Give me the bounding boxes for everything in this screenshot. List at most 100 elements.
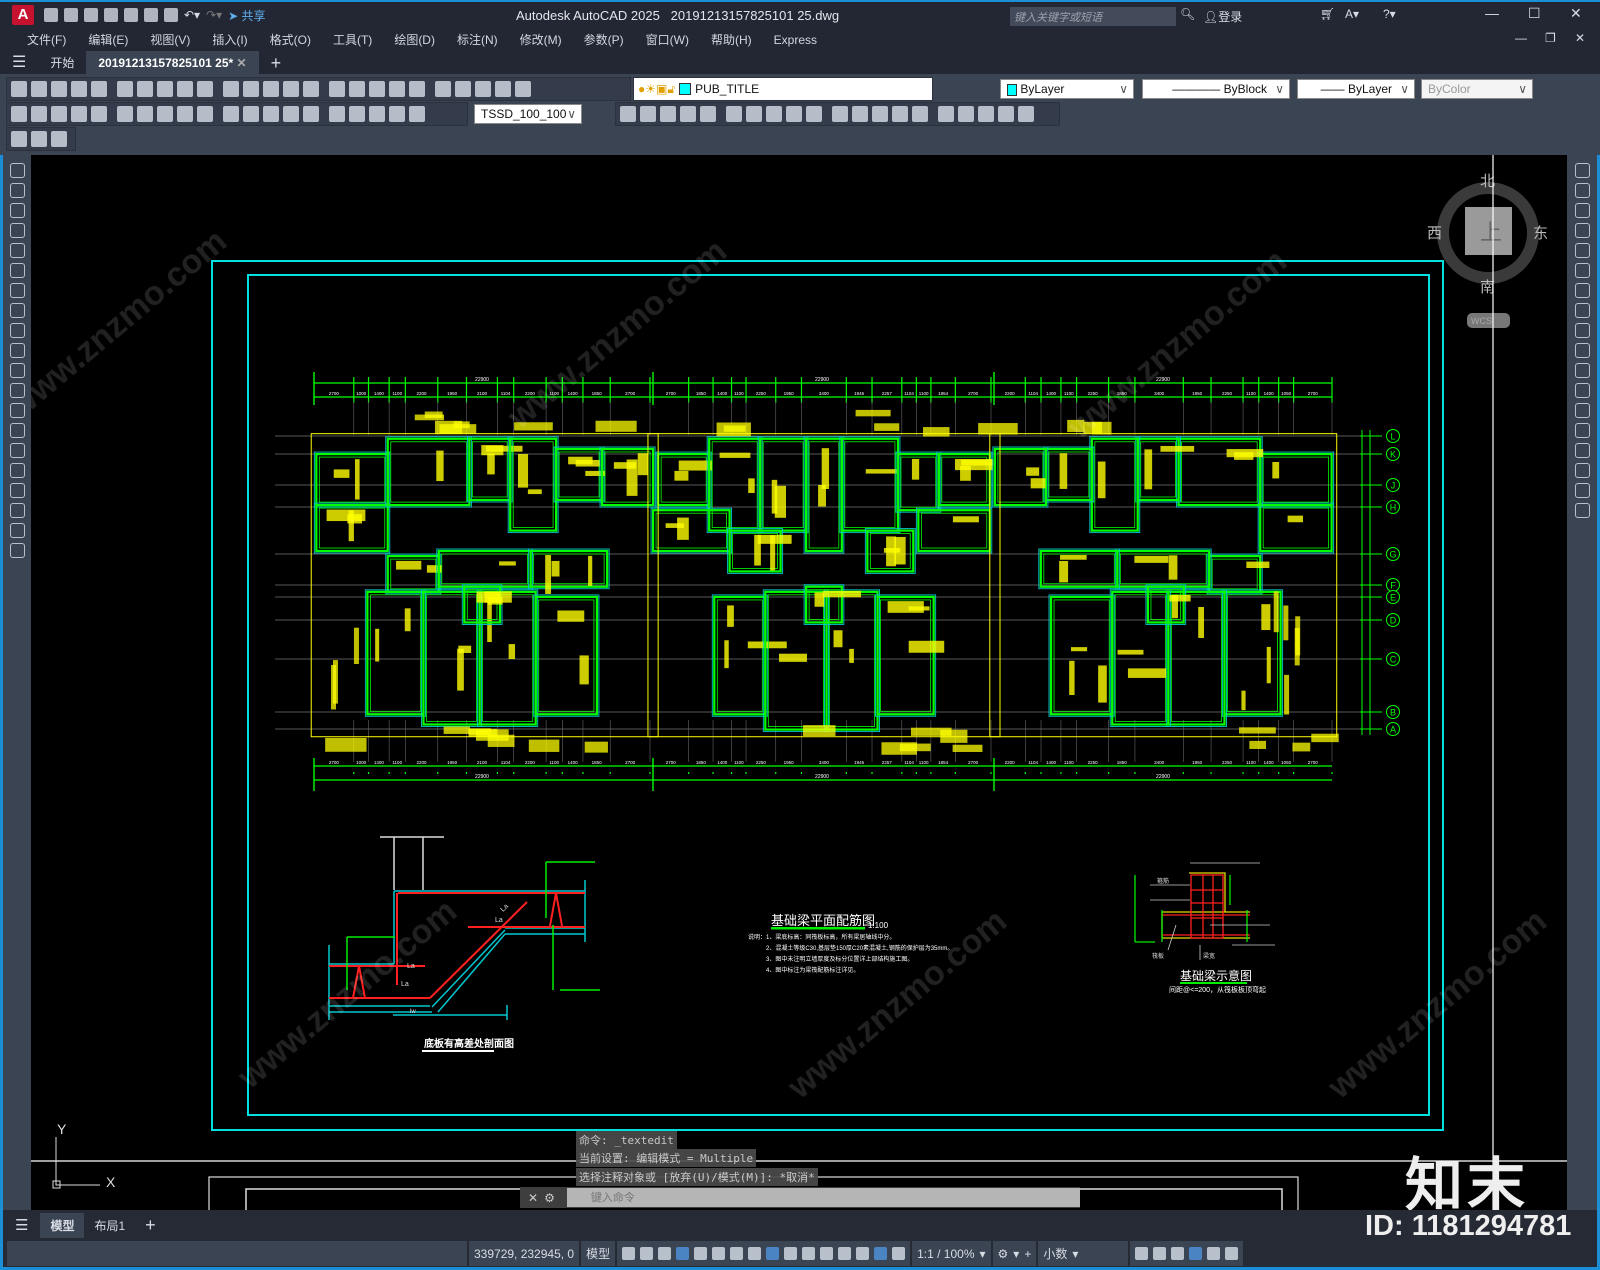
box-icon[interactable] [726, 106, 742, 122]
move-3d-icon[interactable] [700, 106, 716, 122]
linear-dim-icon[interactable] [11, 106, 27, 122]
separate-icon[interactable] [938, 106, 954, 122]
redo-icon[interactable]: ↷▾ [206, 8, 222, 22]
rotate-icon[interactable] [1574, 283, 1590, 298]
auto-scale-icon[interactable] [892, 1247, 906, 1260]
polyline-icon[interactable] [9, 183, 25, 198]
settings-button[interactable]: ⚙︎ ▾ + [992, 1241, 1037, 1266]
fillet-icon[interactable] [1574, 463, 1590, 478]
autodesk-icon[interactable]: A▾ [1345, 7, 1359, 21]
point-icon[interactable] [9, 423, 25, 438]
tab-layout1[interactable]: 布局1 [84, 1213, 135, 1238]
lineweight-icon[interactable] [748, 1247, 762, 1260]
print-preview-icon[interactable] [91, 81, 107, 97]
arc-length-dim-icon[interactable] [51, 106, 67, 122]
model-space-button[interactable]: 模型 [581, 1241, 616, 1266]
trim-icon[interactable] [1574, 343, 1590, 358]
insert-block-icon[interactable] [9, 383, 25, 398]
dim-break-icon[interactable] [263, 106, 279, 122]
selection-filter-icon[interactable] [838, 1247, 852, 1260]
drawing-canvas[interactable]: L K J H G F E D C B A 22900 2700 1000 1400 1100 2200 1950… [31, 155, 1567, 1210]
polar-icon[interactable] [676, 1247, 690, 1260]
make-block-icon[interactable] [9, 403, 25, 418]
mirror-icon[interactable] [1574, 203, 1590, 218]
rectangle-icon[interactable] [9, 243, 25, 258]
interference-icon[interactable] [746, 106, 762, 122]
properties-icon[interactable] [389, 81, 405, 97]
clean-screen-icon[interactable] [1207, 1247, 1221, 1260]
app-menu-icon[interactable]: ☰ [0, 51, 38, 75]
continue-dim-icon[interactable] [223, 106, 239, 122]
menu-item[interactable]: 编辑(E) [77, 31, 139, 48]
annotation-scale[interactable]: 1:1 / 100% ▾ [912, 1241, 991, 1266]
design-center-icon[interactable] [409, 81, 425, 97]
tab-start[interactable]: 开始 [38, 51, 86, 75]
tolerance-icon[interactable] [283, 106, 299, 122]
menu-item[interactable]: Express [763, 33, 828, 47]
menu-item[interactable]: 帮助(H) [700, 31, 763, 48]
menu-item[interactable]: 窗口(W) [635, 31, 700, 48]
circle-icon[interactable] [9, 283, 25, 298]
tab-drawing[interactable]: 20191213157825101 25* ✕ [86, 50, 259, 75]
lineweight-dropdown[interactable]: —— ByLayer ∨ [1297, 79, 1415, 99]
shell-icon[interactable] [892, 106, 908, 122]
copy-icon[interactable] [177, 81, 193, 97]
grid-icon[interactable] [622, 1247, 636, 1260]
save-icon[interactable] [84, 8, 98, 22]
search-icon[interactable]: 🔍︎ [1180, 7, 1195, 21]
osnap-icon[interactable] [730, 1247, 744, 1260]
layer-dropdown[interactable]: PUB_TITLE [695, 82, 759, 96]
drawing-svg[interactable]: LK J H G FE D C BA 22900 2700 1000 1400 1100 2200 1950… [31, 155, 1567, 1210]
selection-cycling-icon[interactable] [784, 1247, 798, 1260]
publish-icon[interactable] [117, 81, 133, 97]
zoom-realtime-icon[interactable] [329, 81, 345, 97]
plot-icon[interactable] [164, 8, 178, 22]
menu-item[interactable]: 参数(P) [573, 31, 635, 48]
doc-close-button[interactable]: ✕ [1575, 31, 1585, 45]
clean-icon[interactable] [958, 106, 974, 122]
plus-icon[interactable]: + [1024, 1247, 1031, 1261]
offset-icon[interactable] [1574, 223, 1590, 238]
check-icon[interactable] [978, 106, 994, 122]
close-tab-icon[interactable]: ✕ [237, 56, 247, 70]
dim-update-icon[interactable] [409, 106, 425, 122]
cut-icon[interactable] [157, 81, 173, 97]
doc-minimize-button[interactable]: — [1515, 31, 1527, 45]
intersect-icon[interactable] [660, 106, 676, 122]
tab-model[interactable]: 模型 [40, 1212, 85, 1238]
new-tab-button[interactable]: + [259, 51, 294, 75]
customize-command-icon[interactable]: ⚙︎ [544, 1191, 555, 1205]
quick-dim-icon[interactable] [177, 106, 193, 122]
new-icon[interactable] [11, 81, 27, 97]
chamfer-icon[interactable] [1574, 443, 1590, 458]
print-icon[interactable] [71, 81, 87, 97]
menu-item[interactable]: 插入(I) [201, 31, 258, 48]
break-icon[interactable] [1574, 403, 1590, 418]
aligned-dim-icon[interactable] [31, 106, 47, 122]
undo-icon[interactable] [263, 81, 279, 97]
polyline-arc-icon[interactable] [9, 203, 25, 218]
pan-icon[interactable] [303, 81, 319, 97]
dimstyle-dropdown[interactable]: TSSD_100_100 ∨ [474, 104, 582, 124]
gradient-icon[interactable] [9, 463, 25, 478]
thicken-icon[interactable] [998, 106, 1014, 122]
multiline-text-icon[interactable] [9, 523, 25, 538]
help-icon[interactable]: ?▾ [1383, 7, 1396, 21]
spline-icon[interactable] [9, 323, 25, 338]
region-icon[interactable] [9, 483, 25, 498]
command-input[interactable] [566, 1188, 1080, 1207]
jogged-linear-icon[interactable] [349, 106, 365, 122]
save-web-icon[interactable] [144, 8, 158, 22]
undo-icon[interactable]: ↶▾ [184, 8, 200, 22]
blend-icon[interactable] [1574, 483, 1590, 498]
new-icon[interactable] [44, 8, 58, 22]
hatch-icon[interactable] [9, 443, 25, 458]
revision-cloud-icon[interactable] [9, 303, 25, 318]
radius-dim-icon[interactable] [91, 106, 107, 122]
quick-properties-icon[interactable] [1135, 1247, 1149, 1260]
zoom-window-icon[interactable] [349, 81, 365, 97]
table-icon[interactable] [9, 503, 25, 518]
section-icon[interactable] [786, 106, 802, 122]
markup-icon[interactable] [475, 81, 491, 97]
help-icon[interactable] [515, 81, 531, 97]
